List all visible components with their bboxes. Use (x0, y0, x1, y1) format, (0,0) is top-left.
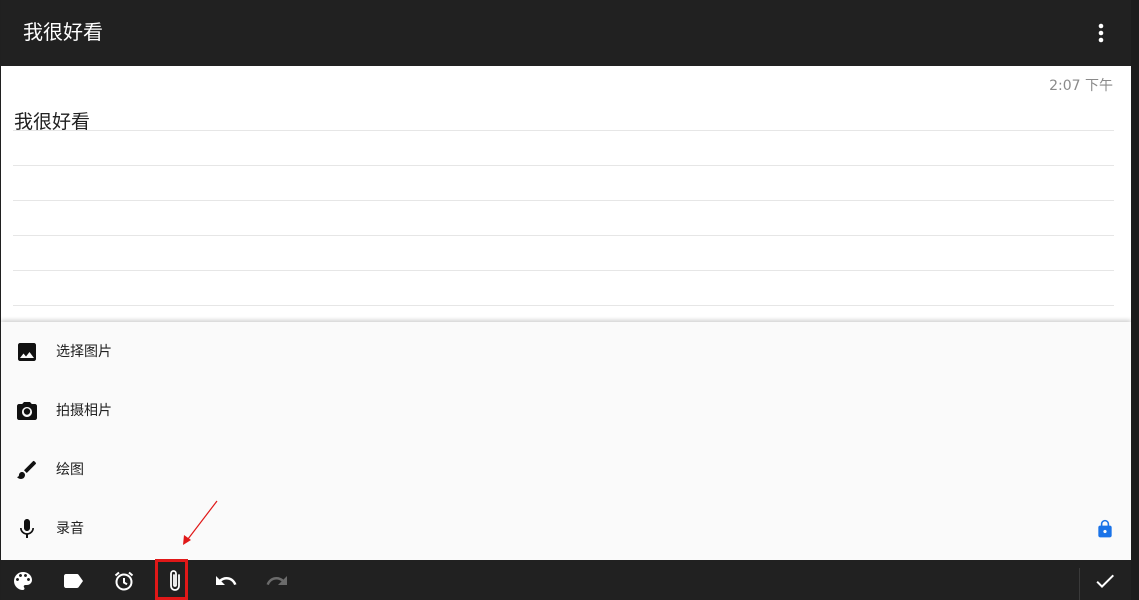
redo-icon[interactable] (264, 568, 290, 594)
menu-item-record-audio[interactable]: 录音 (1, 499, 1131, 558)
note-body-text[interactable]: 我很好看 (14, 108, 90, 136)
note-editor[interactable]: 2:07 下午 我很好看 (1, 66, 1131, 322)
menu-item-label: 绘图 (56, 462, 84, 478)
image-icon (15, 340, 39, 364)
palette-icon[interactable] (10, 568, 36, 594)
menu-item-drawing[interactable]: 绘图 (1, 440, 1131, 499)
check-icon[interactable] (1092, 568, 1118, 594)
bottom-toolbar (1, 560, 1131, 600)
menu-item-take-photo[interactable]: 拍摄相片 (1, 381, 1131, 440)
ruled-line (13, 270, 1114, 271)
menu-item-label: 选择图片 (56, 344, 112, 360)
ruled-line (13, 200, 1114, 201)
toolbar-divider (1079, 568, 1080, 600)
lock-icon[interactable] (1095, 518, 1115, 540)
window-edge (1131, 0, 1139, 600)
attach-icon[interactable] (162, 568, 188, 594)
ruled-line (13, 165, 1114, 166)
note-title: 我很好看 (23, 20, 103, 44)
brush-icon (15, 458, 39, 482)
more-vertical-icon[interactable] (1087, 19, 1115, 47)
ruled-line (13, 130, 1114, 131)
attach-menu: 选择图片 拍摄相片 绘图 录音 (1, 322, 1131, 560)
camera-icon (15, 399, 39, 423)
microphone-icon (15, 517, 39, 541)
undo-icon[interactable] (213, 568, 239, 594)
note-timestamp: 2:07 下午 (1049, 78, 1113, 94)
ruled-line (13, 305, 1114, 306)
alarm-icon[interactable] (111, 568, 137, 594)
label-icon[interactable] (60, 568, 86, 594)
app-bar: 我很好看 (1, 0, 1131, 66)
menu-item-label: 录音 (56, 521, 84, 537)
ruled-line (13, 235, 1114, 236)
menu-item-label: 拍摄相片 (56, 403, 112, 419)
menu-item-choose-image[interactable]: 选择图片 (1, 322, 1131, 381)
